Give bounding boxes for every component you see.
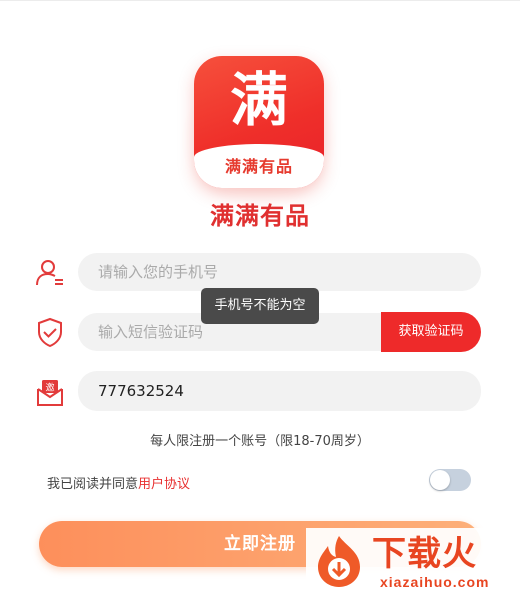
watermark-subtitle: xiazaihuo.com (380, 574, 490, 590)
shield-check-icon (38, 317, 62, 348)
phone-input[interactable]: 请输入您的手机号 (78, 253, 481, 291)
error-toast: 手机号不能为空 (201, 288, 319, 324)
agreement-text: 我已阅读并同意用户协议 (47, 473, 190, 492)
logo-banner: 满满有品 (194, 144, 324, 188)
app-name: 满满有品 (210, 202, 310, 230)
logo-banner-text: 满满有品 (224, 157, 293, 176)
invite-envelope-icon: 邀 (37, 380, 63, 406)
invite-code-input[interactable]: 777632524 (78, 371, 481, 411)
user-icon (36, 260, 63, 286)
watermark-title: 下载火 (372, 534, 477, 574)
agreement-toggle[interactable] (429, 469, 471, 491)
registration-rule-note: 每人限注册一个账号（限18-70周岁） (150, 434, 370, 449)
toggle-knob (430, 470, 450, 490)
top-divider (0, 0, 520, 1)
logo-tile: 满 满满有品 (194, 56, 324, 188)
logo-character: 满 (229, 66, 288, 134)
user-agreement-link[interactable]: 用户协议 (138, 477, 190, 492)
app-logo: 满 满满有品 (180, 56, 338, 210)
fire-logo-icon (318, 536, 360, 587)
agreement-prefix: 我已阅读并同意 (47, 477, 139, 492)
get-code-button[interactable]: 获取验证码 (381, 312, 481, 352)
invite-badge-text: 邀 (45, 382, 54, 394)
